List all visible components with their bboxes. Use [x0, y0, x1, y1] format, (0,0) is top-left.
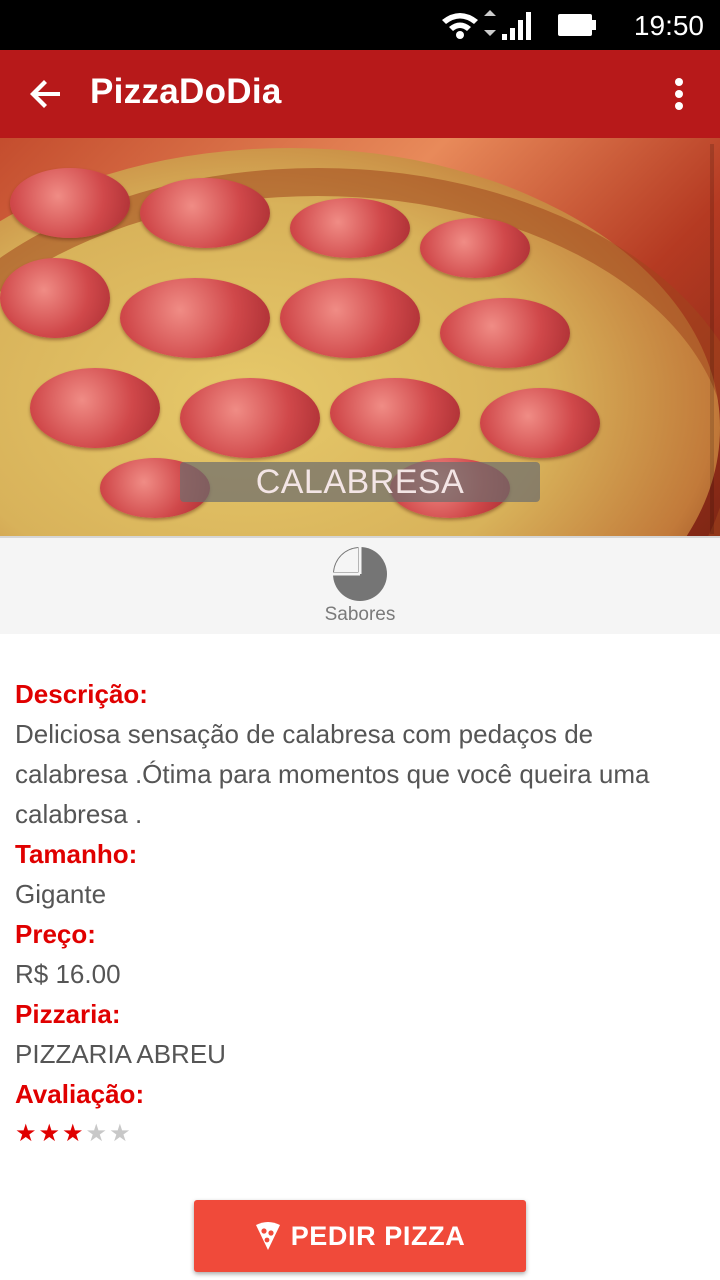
pizza-slice-icon	[255, 1222, 280, 1250]
rating-stars: ★★★★★	[15, 1114, 705, 1154]
wifi-icon	[442, 10, 496, 39]
star-filled-icon: ★	[15, 1120, 39, 1147]
star-empty-icon: ★	[85, 1120, 110, 1147]
status-bar: 19:50	[0, 0, 720, 50]
pizzaria-label: Pizzaria:	[15, 999, 121, 1029]
descricao-value: Deliciosa sensação de calabresa com peda…	[15, 719, 650, 829]
page-title: PizzaDoDia	[90, 72, 282, 111]
sabores-label: Sabores	[324, 604, 396, 625]
pizza-name-label: CALABRESA	[180, 462, 540, 502]
avaliacao-label: Avaliação:	[15, 1079, 145, 1109]
more-vert-icon[interactable]	[672, 78, 686, 112]
app-bar: PizzaDoDia	[0, 50, 720, 138]
battery-icon	[558, 14, 596, 36]
pizzaria-value: PIZZARIA ABREU	[15, 1039, 226, 1069]
pizza-image: CALABRESA	[0, 138, 720, 538]
star-filled-icon: ★	[62, 1120, 86, 1147]
status-icons	[442, 10, 596, 40]
pie-chart-icon	[333, 547, 387, 601]
arrow-left-icon[interactable]	[26, 74, 66, 114]
order-pizza-button[interactable]: PEDIR PIZZA	[194, 1200, 526, 1272]
order-pizza-label: PEDIR PIZZA	[290, 1220, 466, 1251]
status-time: 19:50	[633, 10, 704, 41]
descricao-label: Descrição:	[15, 679, 148, 709]
star-filled-icon: ★	[38, 1120, 63, 1147]
sabores-button[interactable]: Sabores	[0, 538, 720, 634]
tamanho-value: Gigante	[15, 879, 107, 909]
preco-value: R$ 16.00	[15, 959, 121, 989]
tamanho-label: Tamanho:	[15, 839, 138, 869]
pizza-details: Descrição: Deliciosa sensação de calabre…	[15, 674, 705, 1154]
signal-icon	[502, 12, 531, 40]
star-empty-icon: ★	[109, 1120, 133, 1147]
scrollbar[interactable]	[710, 144, 714, 534]
preco-label: Preço:	[15, 919, 96, 949]
